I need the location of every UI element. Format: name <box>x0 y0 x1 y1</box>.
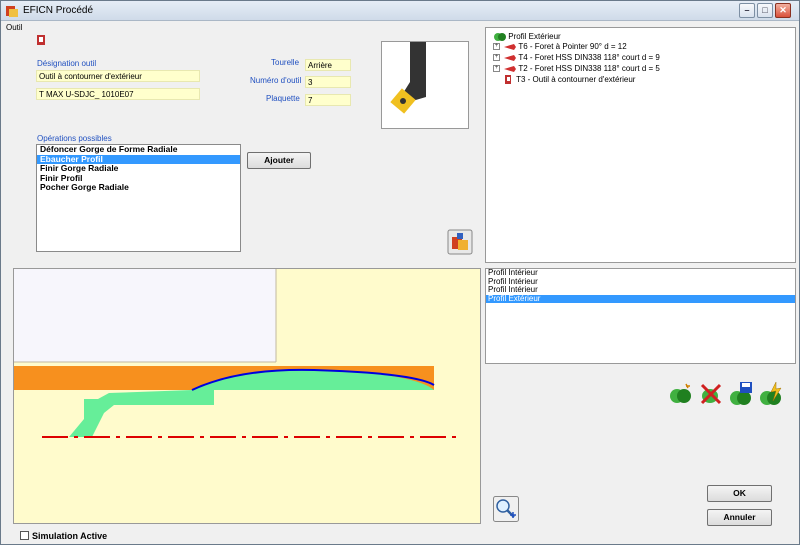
designation-field[interactable]: Outil à contourner d'extérieur <box>36 70 200 82</box>
delete-icon <box>700 383 722 405</box>
tourelle-field[interactable]: Arrière <box>305 59 351 71</box>
tourelle-label: Tourelle <box>271 58 300 67</box>
window-title: EFICN Procédé <box>23 5 94 16</box>
turning-tool-icon <box>505 75 511 84</box>
simulate-profile-button[interactable] <box>758 381 784 407</box>
title-bar[interactable]: EFICN Procédé – □ ✕ <box>1 1 799 21</box>
operations-list[interactable]: Défoncer Gorge de Forme Radiale Ebaucher… <box>36 144 241 252</box>
cancel-button[interactable]: Annuler <box>707 509 772 526</box>
add-profile-icon <box>670 383 691 403</box>
reference-field[interactable]: T MAX U-SDJC_ 1010E07 <box>36 88 200 100</box>
expand-icon[interactable]: + <box>493 43 500 51</box>
delete-profile-button[interactable] <box>698 381 724 407</box>
tool-library-icon <box>447 229 473 255</box>
save-icon <box>730 382 752 405</box>
profile-item[interactable]: Profil Extérieur <box>486 294 795 303</box>
tool-small-icon <box>37 35 45 45</box>
maximize-button[interactable]: □ <box>757 3 773 18</box>
designation-label: Désignation outil <box>37 59 97 68</box>
profile-tree-icon <box>494 33 506 41</box>
add-profile-button[interactable] <box>668 381 694 407</box>
tree-root-label: Profil Extérieur <box>508 32 561 42</box>
tool-holder-icon <box>390 42 426 114</box>
tree-item[interactable]: + T6 - Foret à Pointer 90° d = 12 <box>493 42 627 52</box>
outil-group-label: Outil <box>6 23 23 32</box>
simulation-view[interactable] <box>13 268 481 524</box>
tree-item-label: T4 - Foret HSS DIN338 118° court d = 9 <box>518 53 660 62</box>
tree-item-label: T3 - Outil à contourner d'extérieur <box>516 75 636 85</box>
save-profile-button[interactable] <box>728 381 754 407</box>
operations-label: Opérations possibles <box>37 134 112 143</box>
toolpath-drawing <box>14 269 480 523</box>
simulation-label: Simulation Active <box>32 531 108 541</box>
expand-icon[interactable]: + <box>493 54 500 62</box>
tree-item[interactable]: T3 - Outil à contourner d'extérieur <box>504 75 635 85</box>
tree-item-label: T2 - Foret HSS DIN338 118° court d = 5 <box>518 64 660 73</box>
plaquette-label: Plaquette <box>266 94 300 103</box>
main-window: EFICN Procédé – □ ✕ Outil Désignation ou… <box>0 0 800 545</box>
close-button[interactable]: ✕ <box>775 3 791 18</box>
minimize-button[interactable]: – <box>739 3 755 18</box>
app-icon <box>6 6 18 17</box>
simulation-checkbox[interactable] <box>20 531 29 540</box>
zoom-icon <box>493 496 519 522</box>
drill-icon <box>504 65 517 72</box>
tree-item-label: T6 - Foret à Pointer 90° d = 12 <box>518 42 627 51</box>
expand-icon[interactable]: + <box>493 65 500 73</box>
profiles-list[interactable]: Profil Intérieur Profil Intérieur Profil… <box>485 268 796 364</box>
numero-outil-field[interactable]: 3 <box>305 76 351 88</box>
ok-button[interactable]: OK <box>707 485 772 502</box>
drill-icon <box>504 54 517 61</box>
tool-preview <box>381 41 469 129</box>
tool-library-button[interactable] <box>447 229 473 255</box>
zoom-button[interactable] <box>493 496 519 522</box>
operation-item[interactable]: Pocher Gorge Radiale <box>37 182 240 193</box>
add-operation-button[interactable]: Ajouter <box>247 152 311 169</box>
tree-item[interactable]: + T2 - Foret HSS DIN338 118° court d = 5 <box>493 64 660 74</box>
plaquette-field[interactable]: 7 <box>305 94 351 106</box>
operations-tree[interactable]: Profil Extérieur + T6 - Foret à Pointer … <box>485 27 796 263</box>
lightning-icon <box>760 381 782 405</box>
numero-outil-label: Numéro d'outil <box>250 76 302 85</box>
tree-root[interactable]: Profil Extérieur <box>494 32 561 42</box>
drill-icon <box>504 43 517 50</box>
tree-item[interactable]: + T4 - Foret HSS DIN338 118° court d = 9 <box>493 53 660 63</box>
